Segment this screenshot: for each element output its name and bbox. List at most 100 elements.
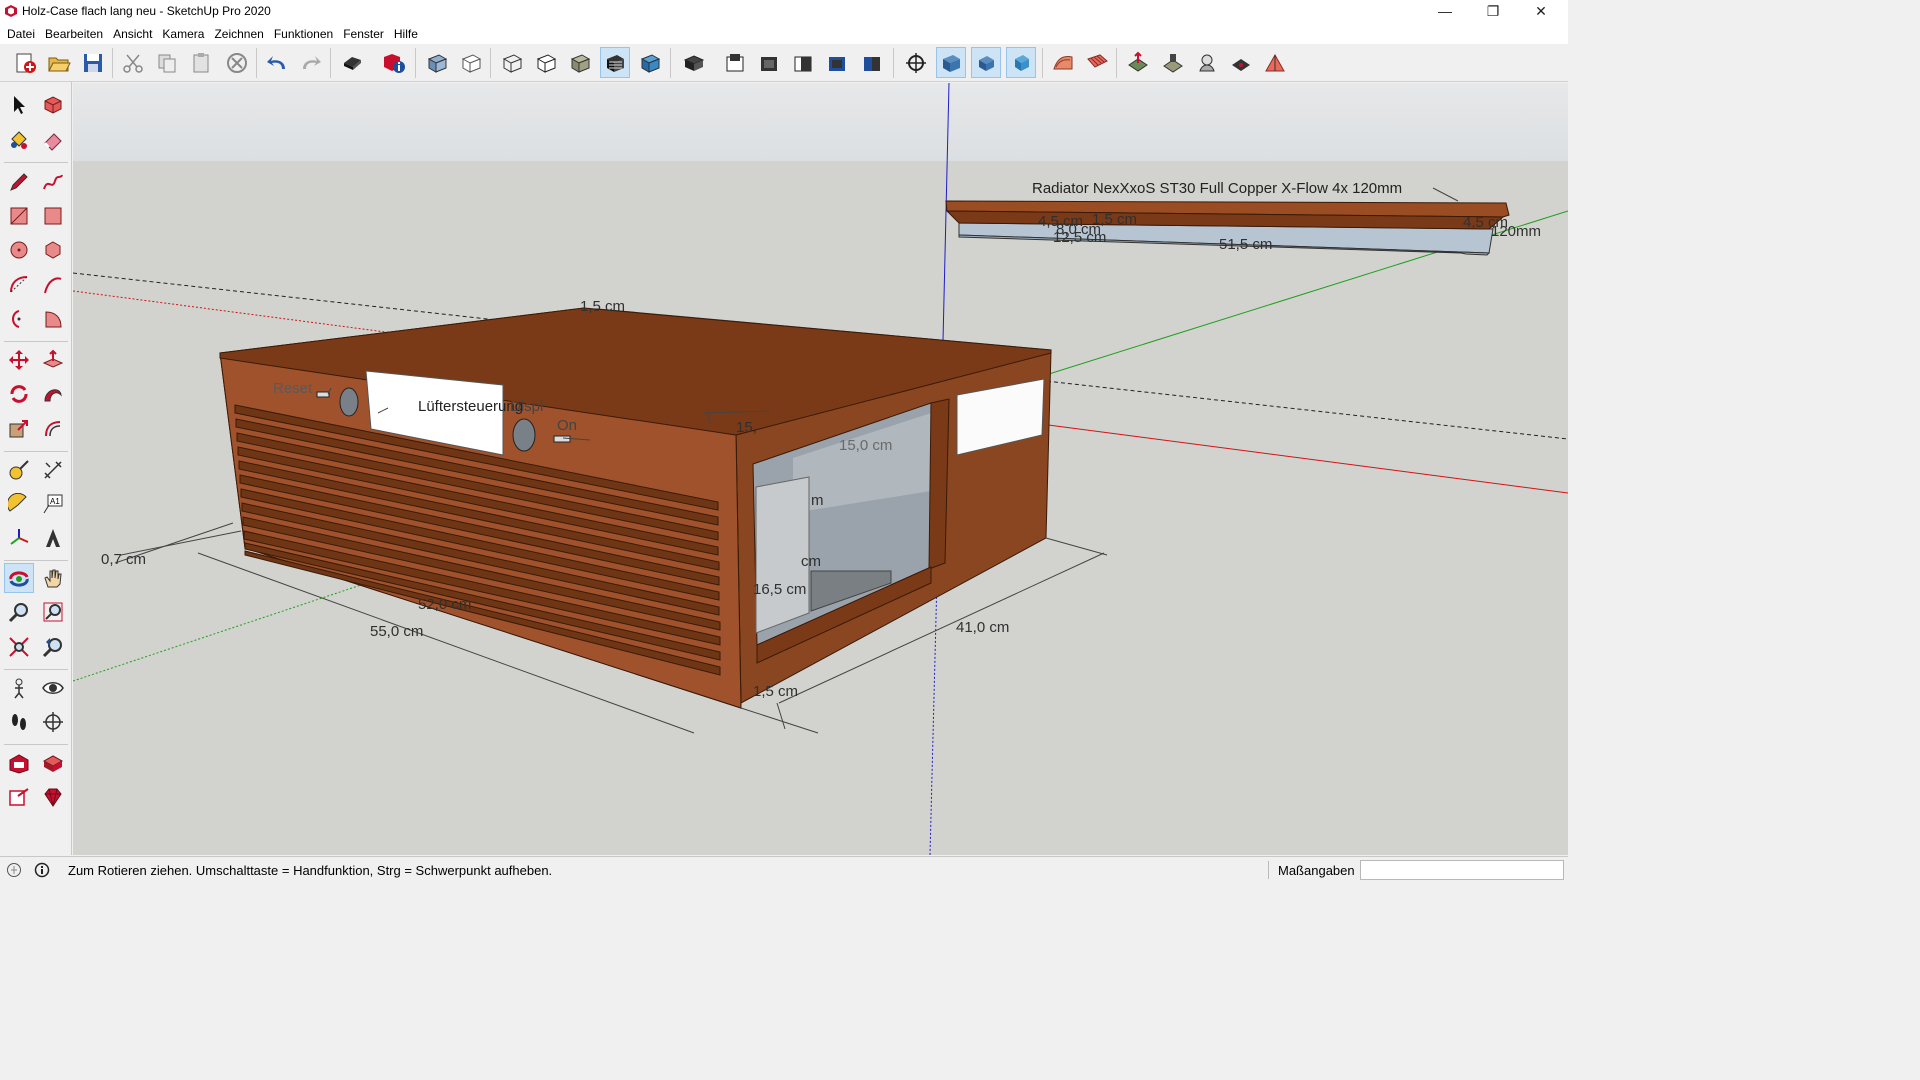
menu-fenster[interactable]: Fenster [338,24,389,44]
reset-label[interactable]: Reset [273,380,313,397]
minimize-button[interactable]: — [1422,0,1468,24]
shaded-with-textures-icon[interactable] [600,47,630,78]
menu-ansicht[interactable]: Ansicht [108,24,157,44]
layout-send-icon[interactable] [4,782,34,812]
paste-icon[interactable] [186,47,216,78]
menu-bearbeiten[interactable]: Bearbeiten [40,24,108,44]
copy-icon[interactable] [152,47,182,78]
pencil-line-icon[interactable] [4,167,34,197]
dim-inner-c[interactable]: cm [801,553,821,570]
dim-bottom-thickness[interactable]: 1,5 cm [753,683,798,700]
position-camera-icon[interactable] [4,673,34,703]
geo-location-icon[interactable] [6,862,22,878]
undo-icon[interactable] [262,47,292,78]
dim-panel-thickness[interactable]: 0,7 cm [101,551,146,568]
drape-icon[interactable] [1192,47,1222,78]
dim-radiator-d[interactable]: 12,5 cm [1053,229,1106,246]
dim-length-inner[interactable]: 52,0 cm [418,596,471,613]
dim-length-outer[interactable]: 55,0 cm [370,623,423,640]
menu-zeichnen[interactable]: Zeichnen [209,24,268,44]
dim-inner-b[interactable]: m [811,492,824,509]
axes-icon[interactable] [4,523,34,553]
add-detail-icon[interactable] [1226,47,1256,78]
open-folder-icon[interactable] [44,47,74,78]
on-label[interactable]: On [557,417,577,434]
smoove-icon[interactable] [1123,47,1153,78]
walk-footprints-icon[interactable] [4,707,34,737]
restore-button[interactable]: ❐ [1470,0,1516,24]
close-button[interactable]: ✕ [1518,0,1564,24]
extension-warehouse-icon[interactable] [38,748,68,778]
model-viewport[interactable]: Radiator NexXxoS ST30 Full Copper X-Flow… [73,83,1568,855]
menu-datei[interactable]: Datei [2,24,40,44]
perspective-icon[interactable] [936,47,966,78]
new-file-icon[interactable] [10,47,40,78]
fan-control-label[interactable]: Lüftersteuerung [418,398,523,415]
section-plane-icon[interactable] [38,707,68,737]
menu-kamera[interactable]: Kamera [157,24,209,44]
top-view-icon[interactable] [720,47,750,78]
three-point-arc-icon[interactable] [4,304,34,334]
monochrome-icon[interactable] [635,47,665,78]
iso-view-icon[interactable] [679,47,709,78]
flip-edge-icon[interactable] [1260,47,1290,78]
measurements-input[interactable] [1360,860,1564,880]
zoom-extents-icon[interactable] [4,632,34,662]
previous-view-icon[interactable] [38,632,68,662]
make-component-icon[interactable] [38,90,68,120]
dim-top-left[interactable]: 1,5 cm [580,298,625,315]
sandbox-from-scratch-icon[interactable] [1082,47,1112,78]
move-icon[interactable] [4,345,34,375]
eraser-icon[interactable] [38,125,68,155]
xray-style-icon[interactable] [422,47,452,78]
offset-icon[interactable] [38,414,68,444]
dim-depth-outer[interactable]: 41,0 cm [956,619,1009,636]
save-icon[interactable] [78,47,108,78]
stamp-icon[interactable] [1158,47,1188,78]
menu-funktionen[interactable]: Funktionen [269,24,338,44]
back-edges-icon[interactable] [456,47,486,78]
dim-depth-inner[interactable]: 15,0 cm [839,437,892,454]
reset-knob[interactable] [339,387,359,417]
tape-measure-icon[interactable] [4,455,34,485]
dim-radiator-length[interactable]: 51,5 cm [1219,236,1272,253]
pie-icon[interactable] [38,304,68,334]
menu-hilfe[interactable]: Hilfe [389,24,423,44]
3d-warehouse-icon[interactable] [4,748,34,778]
two-point-perspective-icon[interactable] [1006,47,1036,78]
model-canvas[interactable]: Radiator NexXxoS ST30 Full Copper X-Flow… [73,83,1568,855]
protractor-icon[interactable] [4,489,34,519]
power-button[interactable] [553,435,571,443]
rectangle-icon[interactable] [4,201,34,231]
radiator-label[interactable]: Radiator NexXxoS ST30 Full Copper X-Flow… [1032,180,1402,197]
scale-icon[interactable] [4,414,34,444]
dim-inner-a[interactable]: 15, [736,419,757,436]
look-around-eye-icon[interactable] [38,673,68,703]
pan-hand-icon[interactable] [38,563,68,593]
sandbox-from-contours-icon[interactable] [1048,47,1078,78]
wireframe-icon[interactable] [497,47,527,78]
3d-text-icon[interactable] [38,523,68,553]
two-point-arc-icon[interactable] [38,270,68,300]
text-icon[interactable]: A1 [38,489,68,519]
dimension-icon[interactable] [38,455,68,485]
dim-radiator-fan[interactable]: 120mm [1491,223,1541,240]
circle-icon[interactable] [4,235,34,265]
left-view-icon[interactable] [857,47,887,78]
power-knob[interactable] [512,418,536,452]
reset-button[interactable] [316,391,330,398]
print-icon[interactable] [337,47,367,78]
ruby-extension-icon[interactable] [38,782,68,812]
rotate-icon[interactable] [4,379,34,409]
select-arrow-icon[interactable] [4,90,34,120]
shaded-icon[interactable] [565,47,595,78]
push-pull-icon[interactable] [38,345,68,375]
parallel-projection-icon[interactable] [971,47,1001,78]
cut-icon[interactable] [118,47,148,78]
follow-me-icon[interactable] [38,379,68,409]
orbit-icon[interactable] [4,563,34,593]
right-view-icon[interactable] [788,47,818,78]
polygon-icon[interactable] [38,235,68,265]
zoom-icon[interactable] [4,597,34,627]
paint-bucket-icon[interactable] [4,125,34,155]
